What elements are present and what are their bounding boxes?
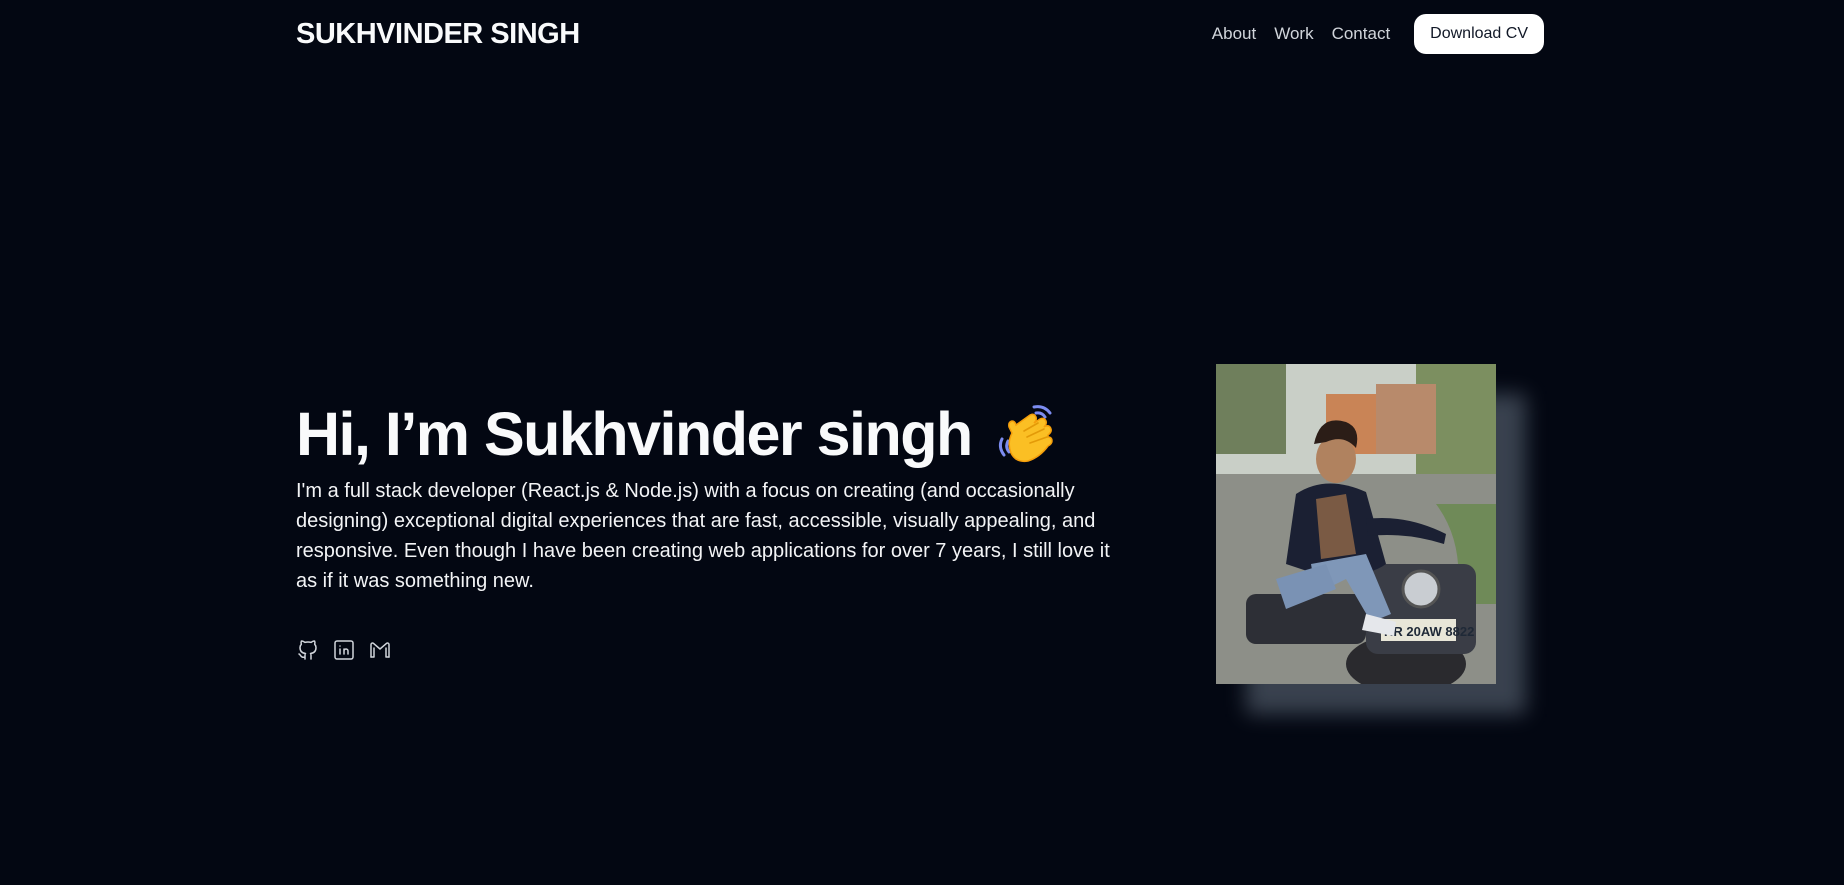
nav-link-contact[interactable]: Contact (1332, 24, 1391, 44)
hero-description: I'm a full stack developer (React.js & N… (296, 480, 1110, 592)
page: SUKHVINDER SINGH About Work Contact Down… (0, 0, 1844, 885)
nav-link-work[interactable]: Work (1274, 24, 1313, 44)
hero-section: Hi, I’m Sukhvinder singh I'm a full stac… (296, 396, 1176, 662)
gmail-icon[interactable] (368, 638, 392, 662)
portrait-frame: HR 20AW 8822 (1216, 364, 1526, 714)
hero-heading: Hi, I’m Sukhvinder singh (296, 396, 1176, 472)
site-logo[interactable]: SUKHVINDER SINGH (296, 18, 580, 51)
download-cv-button[interactable]: Download CV (1414, 14, 1544, 54)
nav-link-about[interactable]: About (1212, 24, 1256, 44)
main-nav: About Work Contact Download CV (1212, 14, 1544, 54)
github-icon[interactable] (296, 638, 320, 662)
hero-title-text: Hi, I’m Sukhvinder singh (296, 400, 973, 468)
linkedin-icon[interactable] (332, 638, 356, 662)
number-plate: HR 20AW 8822 (1384, 624, 1474, 639)
profile-photo: HR 20AW 8822 (1216, 364, 1496, 684)
waving-hand-icon (994, 401, 1060, 467)
social-links (296, 638, 1176, 662)
site-header: SUKHVINDER SINGH About Work Contact Down… (296, 0, 1544, 68)
